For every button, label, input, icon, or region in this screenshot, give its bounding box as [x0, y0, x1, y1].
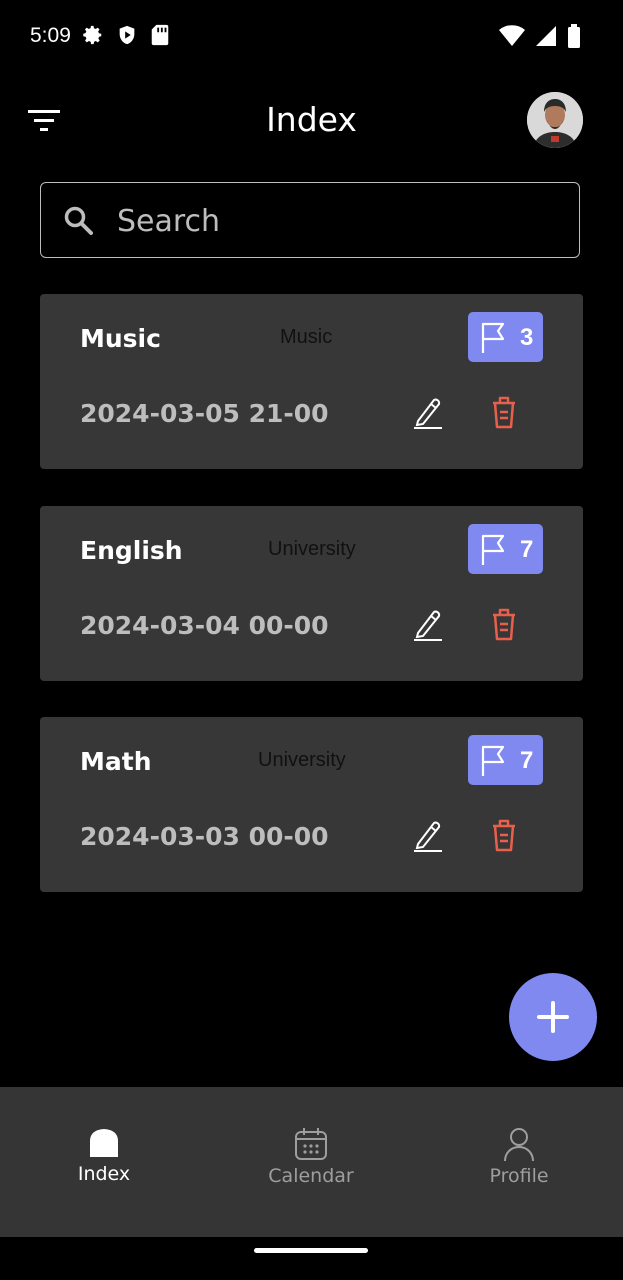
flag-icon: [481, 534, 505, 565]
home-icon: [90, 1129, 118, 1157]
battery-icon: [568, 24, 580, 48]
edit-icon[interactable]: [412, 606, 444, 642]
signal-icon: [536, 26, 556, 46]
task-title: English: [80, 536, 183, 565]
gesture-bar[interactable]: [254, 1248, 368, 1253]
add-task-button[interactable]: [509, 973, 597, 1061]
status-icons-right: [499, 24, 581, 48]
edit-icon[interactable]: [412, 817, 444, 853]
priority-badge[interactable]: 7: [468, 735, 543, 785]
delete-icon[interactable]: [488, 606, 520, 642]
status-bar: 5:09: [0, 0, 623, 72]
search-box[interactable]: [40, 182, 580, 258]
task-card[interactable]: English University 7 2024-03-04 00-00: [40, 506, 583, 681]
gear-icon: [83, 25, 102, 45]
wifi-icon: [499, 25, 525, 46]
status-icons-left: [82, 24, 170, 46]
task-card[interactable]: Music Music 3 2024-03-05 21-00: [40, 294, 583, 469]
priority-badge[interactable]: 7: [468, 524, 543, 574]
delete-icon[interactable]: [488, 394, 520, 430]
bottom-nav: Index Calendar Profile: [0, 1087, 623, 1237]
task-title: Math: [80, 747, 152, 776]
nav-label: Index: [77, 1163, 131, 1185]
nav-item-index[interactable]: Index: [34, 1127, 174, 1185]
flag-icon: [481, 322, 505, 353]
task-category: Music: [280, 326, 333, 348]
task-date: 2024-03-04 00-00: [80, 611, 329, 640]
app-header: Index: [0, 84, 623, 156]
sd-card-icon: [151, 24, 169, 46]
nav-item-profile[interactable]: Profile: [449, 1127, 589, 1187]
priority-count: 7: [520, 747, 534, 774]
priority-count: 3: [520, 324, 534, 351]
task-date: 2024-03-05 21-00: [80, 399, 329, 428]
nav-item-calendar[interactable]: Calendar: [241, 1127, 381, 1187]
edit-icon[interactable]: [412, 394, 444, 430]
status-time: 5:09: [30, 24, 71, 47]
delete-icon[interactable]: [488, 817, 520, 853]
plus-icon: [537, 1001, 569, 1033]
task-category: University: [268, 538, 356, 560]
nav-label: Profile: [489, 1165, 549, 1187]
priority-badge[interactable]: 3: [468, 312, 543, 362]
task-card[interactable]: Math University 7 2024-03-03 00-00: [40, 717, 583, 892]
avatar[interactable]: [527, 92, 583, 148]
person-icon: [504, 1128, 534, 1161]
search-input[interactable]: [115, 197, 559, 245]
search-icon: [64, 206, 93, 235]
nav-label: Calendar: [268, 1165, 354, 1187]
shield-icon: [119, 25, 135, 45]
priority-count: 7: [520, 536, 534, 563]
task-category: University: [258, 749, 346, 771]
task-date: 2024-03-03 00-00: [80, 822, 329, 851]
task-title: Music: [80, 324, 161, 353]
flag-icon: [481, 745, 505, 776]
calendar-icon: [295, 1128, 327, 1160]
